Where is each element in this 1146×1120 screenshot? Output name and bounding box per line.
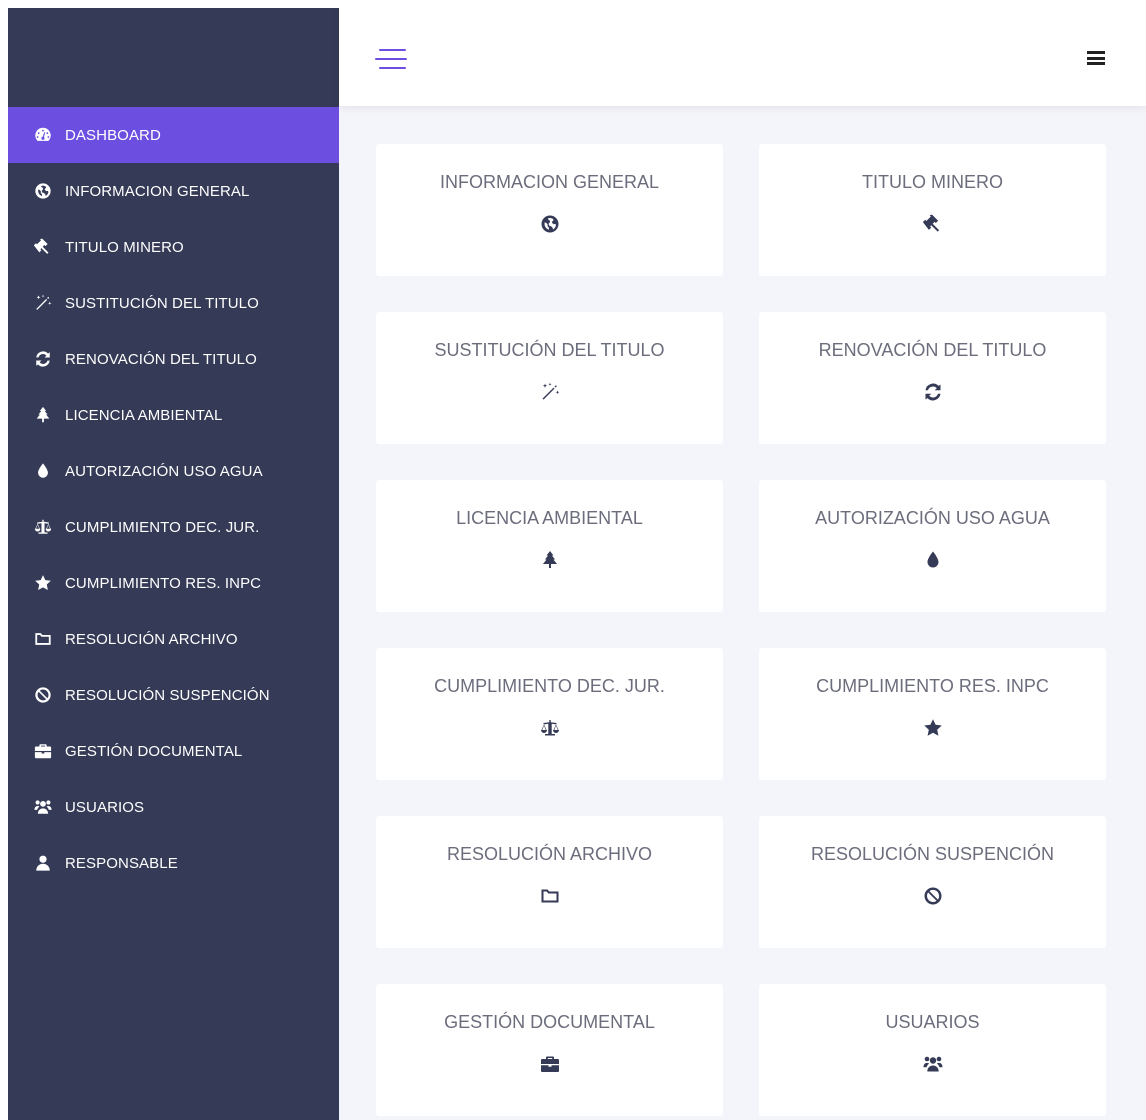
card-title: TITULO MINERO <box>861 172 1003 192</box>
gavel-icon <box>33 237 53 257</box>
card-title: RESOLUCIÓN ARCHIVO <box>446 844 653 864</box>
sidebar-item-label: DASHBOARD <box>65 126 161 144</box>
sidebar-item-cumplimiento-dec-jur[interactable]: CUMPLIMIENTO DEC. JUR. <box>8 499 339 555</box>
sidebar-item-titulo-minero[interactable]: TITULO MINERO <box>8 219 339 275</box>
sidebar-item-label: LICENCIA AMBIENTAL <box>65 406 223 424</box>
card-gestion-documental[interactable]: GESTIÓN DOCUMENTAL <box>376 984 723 1116</box>
sidebar-item-label: CUMPLIMIENTO DEC. JUR. <box>65 518 260 536</box>
sidebar-item-usuarios[interactable]: USUARIOS <box>8 779 339 835</box>
tree-icon <box>539 549 561 571</box>
sidebar-item-renovacion-titulo[interactable]: RENOVACIÓN DEL TITULO <box>8 331 339 387</box>
briefcase-icon <box>33 741 53 761</box>
menu-toggle-icon[interactable] <box>375 47 407 71</box>
sidebar-item-label: CUMPLIMIENTO RES. INPC <box>65 574 262 592</box>
globe-icon <box>539 213 561 235</box>
sidebar-item-label: RESOLUCIÓN SUSPENCIÓN <box>65 686 270 704</box>
sidebar-item-label: RENOVACIÓN DEL TITULO <box>65 350 257 368</box>
card-usuarios[interactable]: USUARIOS <box>759 984 1106 1116</box>
magic-wand-icon <box>33 293 53 313</box>
dashboard-content: INFORMACION GENERAL TITULO MINERO SUSTIT… <box>339 106 1146 1120</box>
sidebar-item-responsable[interactable]: RESPONSABLE <box>8 835 339 891</box>
card-title: LICENCIA AMBIENTAL <box>456 508 643 528</box>
sidebar-menu: DASHBOARD INFORMACION GENERAL TITULO MIN… <box>8 107 339 891</box>
sidebar-item-label: USUARIOS <box>65 798 145 816</box>
card-title: INFORMACION GENERAL <box>439 172 660 192</box>
sidebar-item-resolucion-archivo[interactable]: RESOLUCIÓN ARCHIVO <box>8 611 339 667</box>
sidebar-item-label: INFORMACION GENERAL <box>65 182 250 200</box>
hamburger-menu-icon[interactable] <box>1087 51 1105 65</box>
refresh-icon <box>922 381 944 403</box>
briefcase-icon <box>539 1053 561 1075</box>
balance-scale-icon <box>539 717 561 739</box>
card-licencia-ambiental[interactable]: LICENCIA AMBIENTAL <box>376 480 723 612</box>
user-icon <box>33 853 53 873</box>
card-titulo-minero[interactable]: TITULO MINERO <box>759 144 1106 276</box>
sidebar-item-dashboard[interactable]: DASHBOARD <box>8 107 339 163</box>
balance-scale-icon <box>33 517 53 537</box>
folder-icon <box>33 629 53 649</box>
sidebar-item-sustitucion-titulo[interactable]: SUSTITUCIÓN DEL TITULO <box>8 275 339 331</box>
card-title: RESOLUCIÓN SUSPENCIÓN <box>810 844 1055 864</box>
water-drop-icon <box>922 549 944 571</box>
card-informacion-general[interactable]: INFORMACION GENERAL <box>376 144 723 276</box>
card-resolucion-suspencion[interactable]: RESOLUCIÓN SUSPENCIÓN <box>759 816 1106 948</box>
magic-wand-icon <box>539 381 561 403</box>
water-drop-icon <box>33 461 53 481</box>
gavel-icon <box>922 213 944 235</box>
card-cumplimiento-res-inpc[interactable]: CUMPLIMIENTO RES. INPC <box>759 648 1106 780</box>
users-icon <box>922 1053 944 1075</box>
sidebar-item-resolucion-suspencion[interactable]: RESOLUCIÓN SUSPENCIÓN <box>8 667 339 723</box>
sidebar-item-label: SUSTITUCIÓN DEL TITULO <box>65 294 259 312</box>
tree-icon <box>33 405 53 425</box>
ban-icon <box>922 885 944 907</box>
card-title: GESTIÓN DOCUMENTAL <box>444 1012 655 1032</box>
card-title: CUMPLIMIENTO DEC. JUR. <box>434 676 665 696</box>
sidebar-item-label: TITULO MINERO <box>65 238 184 256</box>
folder-icon <box>539 885 561 907</box>
sidebar-item-label: RESOLUCIÓN ARCHIVO <box>65 630 238 648</box>
sidebar-item-gestion-documental[interactable]: GESTIÓN DOCUMENTAL <box>8 723 339 779</box>
card-title: AUTORIZACIÓN USO AGUA <box>815 508 1050 528</box>
card-title: SUSTITUCIÓN DEL TITULO <box>434 340 665 360</box>
dashboard-icon <box>33 125 53 145</box>
star-icon <box>922 717 944 739</box>
sidebar: DASHBOARD INFORMACION GENERAL TITULO MIN… <box>8 8 339 1120</box>
sidebar-item-cumplimiento-res-inpc[interactable]: CUMPLIMIENTO RES. INPC <box>8 555 339 611</box>
ban-icon <box>33 685 53 705</box>
card-title: CUMPLIMIENTO RES. INPC <box>816 676 1049 696</box>
sidebar-item-label: AUTORIZACIÓN USO AGUA <box>65 462 263 480</box>
sidebar-item-label: RESPONSABLE <box>65 854 178 872</box>
star-icon <box>33 573 53 593</box>
card-resolucion-archivo[interactable]: RESOLUCIÓN ARCHIVO <box>376 816 723 948</box>
card-renovacion-titulo[interactable]: RENOVACIÓN DEL TITULO <box>759 312 1106 444</box>
card-cumplimiento-dec-jur[interactable]: CUMPLIMIENTO DEC. JUR. <box>376 648 723 780</box>
sidebar-item-informacion-general[interactable]: INFORMACION GENERAL <box>8 163 339 219</box>
sidebar-item-licencia-ambiental[interactable]: LICENCIA AMBIENTAL <box>8 387 339 443</box>
refresh-icon <box>33 349 53 369</box>
card-title: RENOVACIÓN DEL TITULO <box>818 340 1047 360</box>
top-bar <box>339 8 1146 106</box>
card-sustitucion-titulo[interactable]: SUSTITUCIÓN DEL TITULO <box>376 312 723 444</box>
globe-icon <box>33 181 53 201</box>
card-title: USUARIOS <box>885 1012 980 1032</box>
app-frame: DASHBOARD INFORMACION GENERAL TITULO MIN… <box>8 8 1146 1120</box>
users-icon <box>33 797 53 817</box>
sidebar-item-autorizacion-uso-agua[interactable]: AUTORIZACIÓN USO AGUA <box>8 443 339 499</box>
sidebar-item-label: GESTIÓN DOCUMENTAL <box>65 742 243 760</box>
card-autorizacion-uso-agua[interactable]: AUTORIZACIÓN USO AGUA <box>759 480 1106 612</box>
